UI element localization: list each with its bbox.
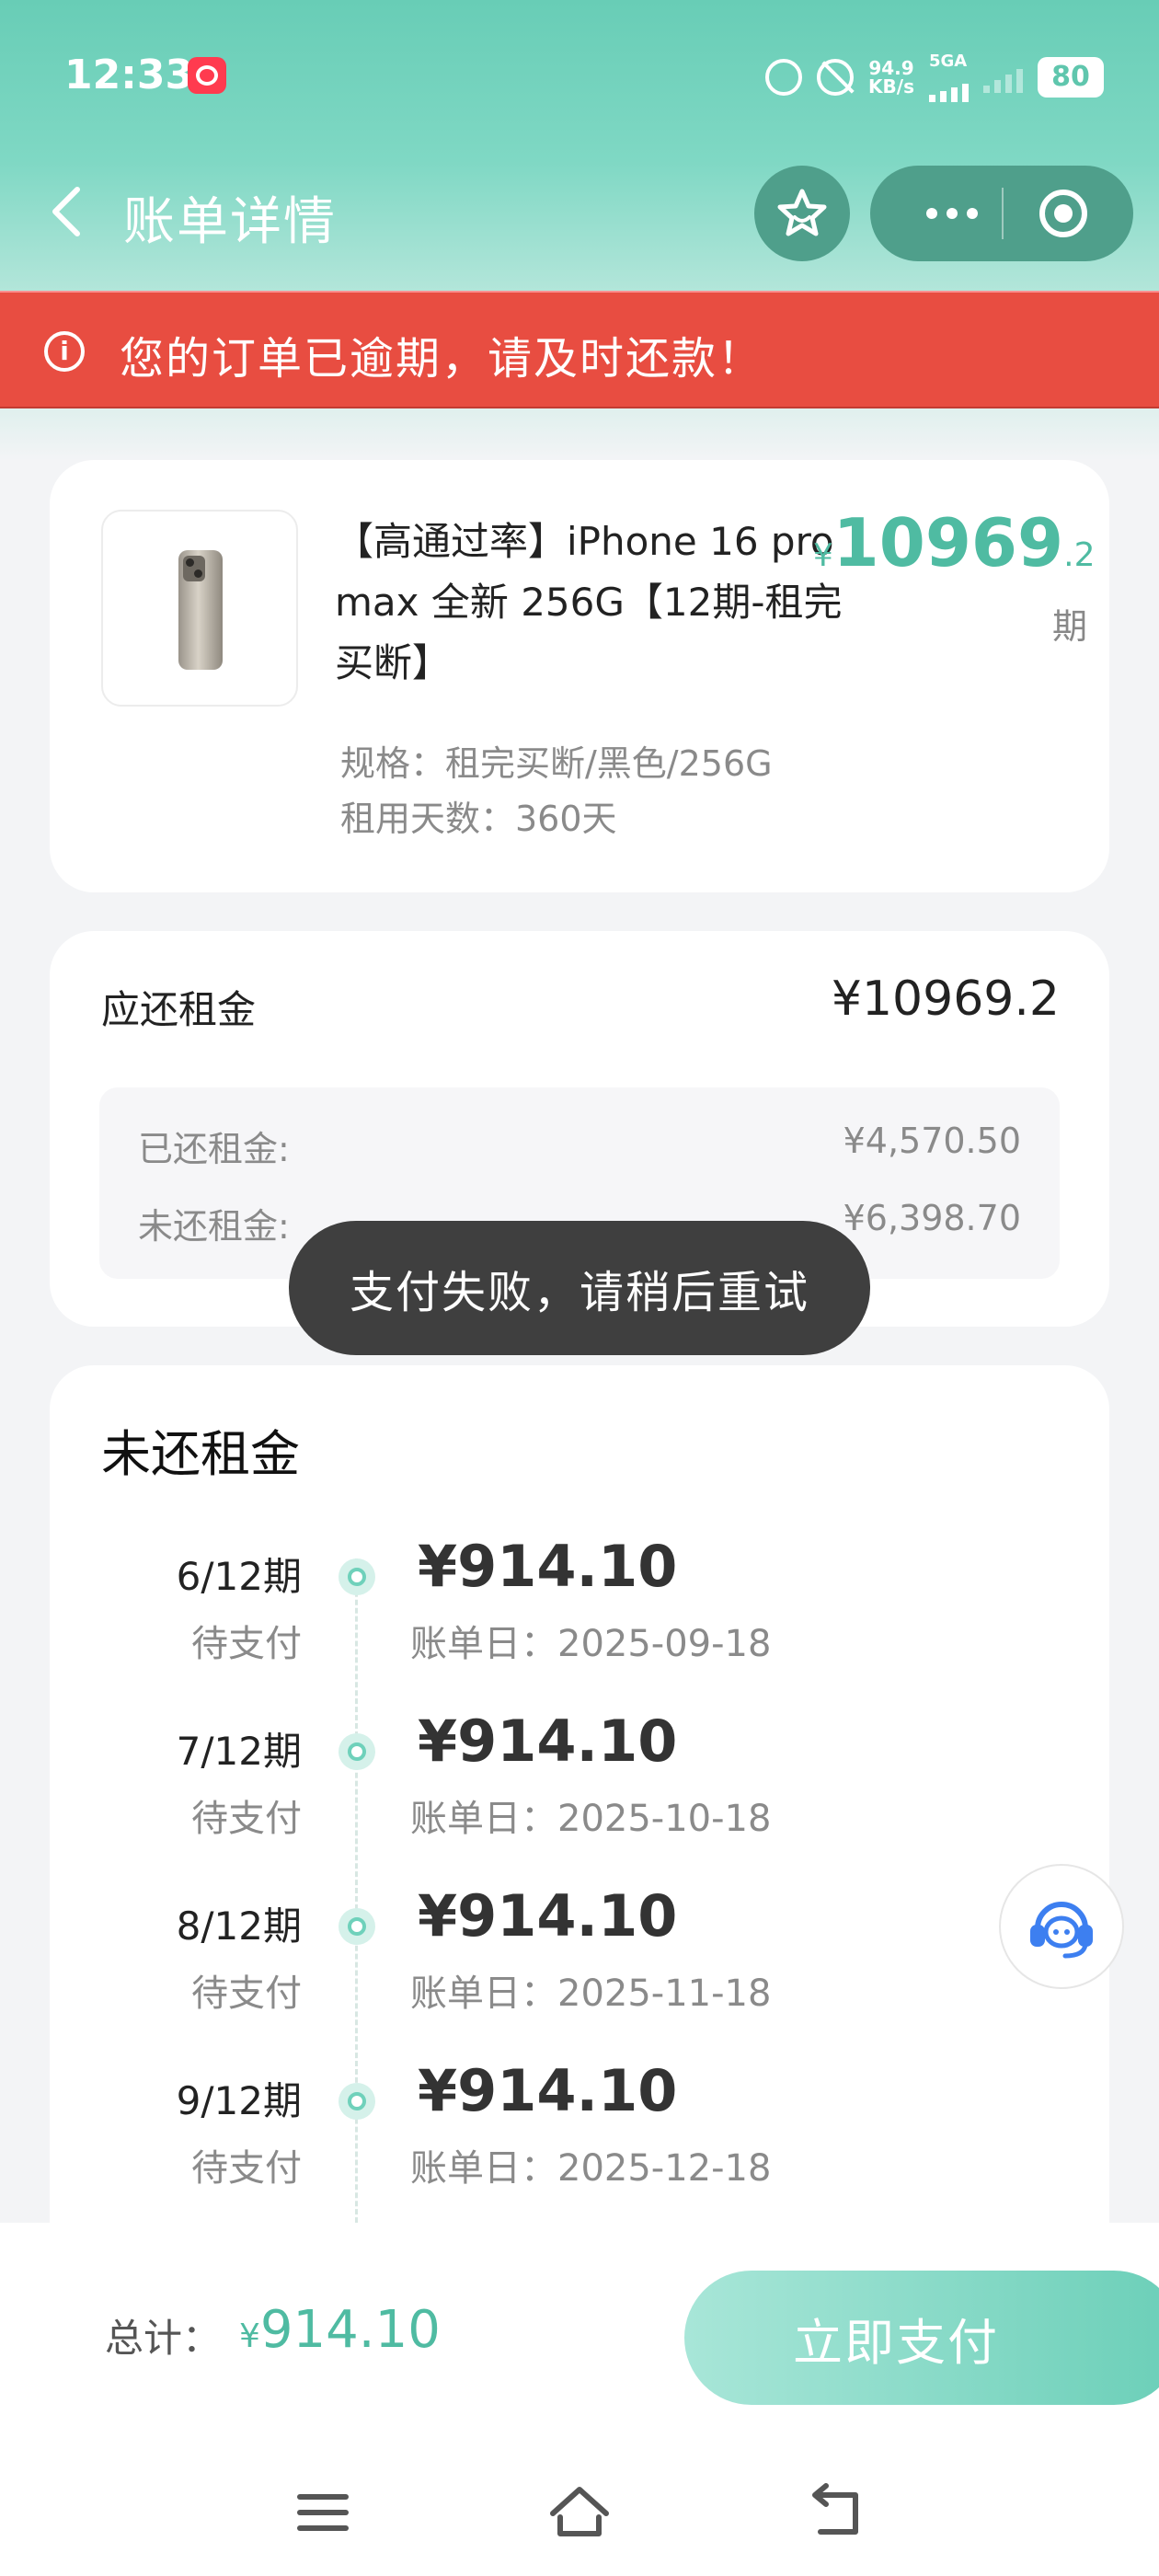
unpaid-periods-card: 未还租金 6/12期 待支付 ¥914.10 账单日：2025-09-18 7/… <box>50 1365 1109 2285</box>
net-speed: 94.9 KB/s <box>868 59 914 96</box>
product-price: ¥10969.2 <box>813 504 1096 581</box>
menu-icon[interactable] <box>291 2480 355 2545</box>
signal-icon <box>929 71 969 102</box>
period-item[interactable]: 8/12期 待支付 ¥914.10 账单日：2025-11-18 <box>50 1882 1109 2070</box>
price-unit: 期 <box>1052 606 1088 647</box>
price-decimal: .2 <box>1063 536 1096 574</box>
period-number: 8/12期 <box>176 1903 302 1949</box>
pay-now-button[interactable]: 立即支付 <box>684 2271 1159 2405</box>
payment-failed-toast: 支付失败，请稍后重试 <box>289 1221 870 1355</box>
alert-text: 您的订单已逾期，请及时还款！ <box>120 333 764 385</box>
paid-rent-value: ¥4,570.50 <box>843 1121 1021 1161</box>
paid-rent-row: 已还租金: ¥4,570.50 <box>138 1121 1021 1171</box>
phone-icon <box>178 550 223 670</box>
back-icon[interactable] <box>42 184 98 239</box>
signal-2-icon <box>983 62 1023 93</box>
battery-icon: 80 <box>1038 56 1104 98</box>
period-status: 待支付 <box>191 2147 302 2190</box>
overdue-alert-banner: i 您的订单已逾期，请及时还款！ <box>0 291 1159 408</box>
app-notification-icon <box>188 57 226 94</box>
nav-bar: 账单详情 <box>0 156 1159 267</box>
period-bill-date: 账单日：2025-09-18 <box>410 1623 772 1665</box>
period-item[interactable]: 7/12期 待支付 ¥914.10 账单日：2025-10-18 <box>50 1708 1109 1895</box>
status-time: 12:33 <box>64 52 194 98</box>
product-card[interactable]: 【高通过率】iPhone 16 pro max 全新 256G【12期-租完买断… <box>50 460 1109 892</box>
period-amount: ¥914.10 <box>418 1708 678 1775</box>
unpaid-section-title: 未还租金 <box>101 1425 300 1483</box>
period-status: 待支付 <box>191 1623 302 1665</box>
miniapp-capsule <box>870 166 1133 261</box>
period-number: 7/12期 <box>176 1729 302 1774</box>
timeline-dot-icon <box>339 1733 375 1770</box>
total-value: 914.10 <box>259 2300 441 2360</box>
target-icon[interactable] <box>1039 190 1087 237</box>
period-number: 9/12期 <box>176 2078 302 2123</box>
period-bill-date: 账单日：2025-11-18 <box>410 1972 772 2015</box>
rent-due-label: 应还租金 <box>101 987 257 1032</box>
unpaid-rent-value: ¥6,398.70 <box>843 1198 1021 1238</box>
headset-icon <box>1030 1902 1093 1959</box>
home-icon[interactable] <box>547 2480 612 2545</box>
mute-icon <box>817 58 855 96</box>
spec-text: 规格：租完买断/黑色/256G <box>340 743 773 784</box>
bottom-payment-bar: 总计： ¥914.10 立即支付 <box>0 2223 1159 2576</box>
info-icon: i <box>44 331 85 372</box>
capsule-divider <box>1002 188 1004 239</box>
total-amount: ¥914.10 <box>239 2300 441 2360</box>
price-integer: 10969 <box>832 504 1064 581</box>
network-indicator: 5GA <box>929 52 969 102</box>
period-item[interactable]: 6/12期 待支付 ¥914.10 账单日：2025-09-18 <box>50 1533 1109 1720</box>
rent-due-total: ¥10969.2 <box>831 972 1060 1027</box>
product-image <box>101 510 298 707</box>
timeline-dot-icon <box>339 2083 375 2120</box>
star-icon <box>777 189 827 236</box>
favorite-button[interactable] <box>754 166 850 261</box>
net-speed-unit: KB/s <box>868 75 914 98</box>
page-title: 账单详情 <box>123 192 337 252</box>
period-amount: ¥914.10 <box>418 1882 678 1949</box>
rental-days: 租用天数：360天 <box>340 799 617 839</box>
timeline-dot-icon <box>339 1558 375 1595</box>
paid-rent-label: 已还租金: <box>138 1129 290 1169</box>
period-number: 6/12期 <box>176 1554 302 1599</box>
period-item[interactable]: 9/12期 待支付 ¥914.10 账单日：2025-12-18 <box>50 2057 1109 2245</box>
period-amount: ¥914.10 <box>418 2057 678 2124</box>
period-amount: ¥914.10 <box>418 1533 678 1600</box>
product-title: 【高通过率】iPhone 16 pro max 全新 256G【12期-租完买断… <box>335 519 843 685</box>
total-currency: ¥ <box>239 2317 260 2355</box>
timeline-dot-icon <box>339 1908 375 1945</box>
price-currency: ¥ <box>813 537 833 574</box>
back-nav-icon[interactable] <box>804 2480 868 2545</box>
net-speed-value: 94.9 <box>868 56 914 79</box>
total-label: 总计： <box>105 2316 222 2361</box>
status-icons: 94.9 KB/s 5GA 80 <box>765 52 1104 102</box>
unpaid-rent-label: 未还租金: <box>138 1206 290 1247</box>
period-status: 待支付 <box>191 1972 302 2015</box>
period-bill-date: 账单日：2025-12-18 <box>410 2147 772 2190</box>
period-bill-date: 账单日：2025-10-18 <box>410 1798 772 1840</box>
more-icon[interactable] <box>911 166 993 261</box>
customer-service-button[interactable] <box>999 1864 1124 1989</box>
product-spec: 规格：租完买断/黑色/256G 租用天数：360天 <box>340 736 773 846</box>
status-bar: 12:33 94.9 KB/s 5GA 80 <box>0 0 1159 156</box>
network-type: 5GA <box>929 52 968 71</box>
system-nav-bar <box>0 2455 1159 2565</box>
alarm-icon <box>765 58 803 96</box>
period-status: 待支付 <box>191 1798 302 1840</box>
